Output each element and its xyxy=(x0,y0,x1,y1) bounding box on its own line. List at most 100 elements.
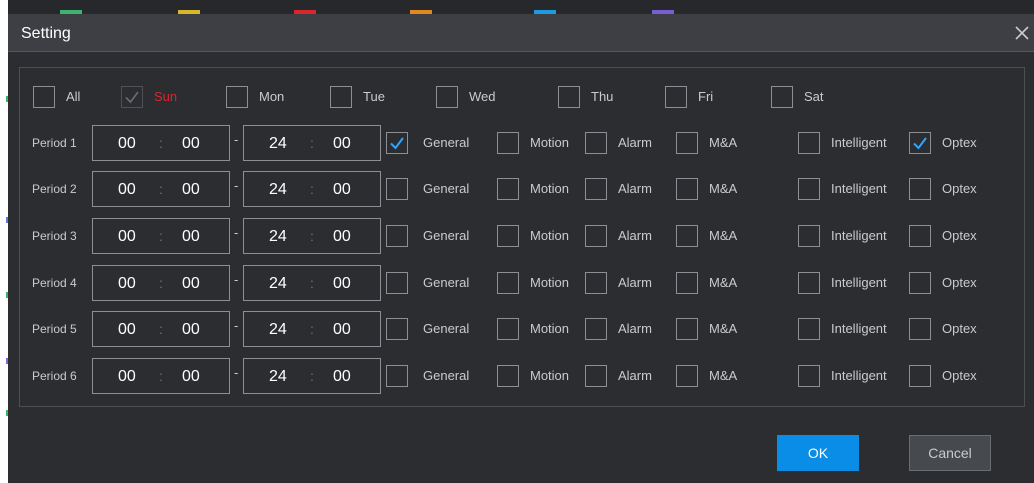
end-minute-field[interactable]: 00 xyxy=(333,228,351,246)
start-minute-field[interactable]: 00 xyxy=(182,275,200,293)
day-checkbox-thu[interactable] xyxy=(558,86,580,108)
period-3-label: Period 3 xyxy=(32,229,77,243)
period-2-maa-checkbox[interactable] xyxy=(676,178,698,200)
day-checkbox-wed[interactable] xyxy=(436,86,458,108)
period-1-alarm-label: Alarm xyxy=(618,135,652,150)
period-4-alarm-checkbox[interactable] xyxy=(585,272,607,294)
end-minute-field[interactable]: 00 xyxy=(333,135,351,153)
end-minute-field[interactable]: 00 xyxy=(333,321,351,339)
start-minute-field[interactable]: 00 xyxy=(182,321,200,339)
period-1-alarm-checkbox[interactable] xyxy=(585,132,607,154)
end-hour-field[interactable]: 24 xyxy=(269,181,287,199)
period-2-motion-checkbox[interactable] xyxy=(497,178,519,200)
end-hour-field[interactable]: 24 xyxy=(269,135,287,153)
period-2-alarm-checkbox[interactable] xyxy=(585,178,607,200)
period-3-intelligent-checkbox[interactable] xyxy=(798,225,820,247)
end-minute-field[interactable]: 00 xyxy=(333,368,351,386)
cancel-button[interactable]: Cancel xyxy=(909,435,991,471)
period-3-start-time-input[interactable]: 00: 00 xyxy=(92,218,230,254)
period-1-motion-checkbox[interactable] xyxy=(497,132,519,154)
period-2-start-time-input[interactable]: 00: 00 xyxy=(92,171,230,207)
day-checkbox-mon[interactable] xyxy=(226,86,248,108)
period-5-motion-checkbox[interactable] xyxy=(497,318,519,340)
period-5-maa-checkbox[interactable] xyxy=(676,318,698,340)
period-1-general-checkbox[interactable] xyxy=(386,132,408,154)
period-5-end-time-input[interactable]: 24: 00 xyxy=(243,311,381,347)
period-3-general-checkbox[interactable] xyxy=(386,225,408,247)
period-5-alarm-checkbox[interactable] xyxy=(585,318,607,340)
period-3-maa-checkbox[interactable] xyxy=(676,225,698,247)
period-5-motion-label: Motion xyxy=(530,321,570,336)
time-separator: : xyxy=(310,275,314,291)
day-checkbox-all[interactable] xyxy=(33,86,55,108)
period-3-optex-checkbox[interactable] xyxy=(909,225,931,247)
period-2-intelligent-checkbox[interactable] xyxy=(798,178,820,200)
period-4-end-time-input[interactable]: 24: 00 xyxy=(243,265,381,301)
period-1-optex-checkbox[interactable] xyxy=(909,132,931,154)
period-6-intelligent-checkbox[interactable] xyxy=(798,365,820,387)
period-6-start-time-input[interactable]: 00: 00 xyxy=(92,358,230,394)
close-icon[interactable] xyxy=(1014,25,1030,41)
start-minute-field[interactable]: 00 xyxy=(182,181,200,199)
end-hour-field[interactable]: 24 xyxy=(269,275,287,293)
period-2-general-checkbox[interactable] xyxy=(386,178,408,200)
dialog-title: Setting xyxy=(21,25,71,42)
period-1-intelligent-checkbox[interactable] xyxy=(798,132,820,154)
period-6-general-label: General xyxy=(423,368,470,383)
day-checkbox-tue[interactable] xyxy=(330,86,352,108)
period-3-motion-checkbox[interactable] xyxy=(497,225,519,247)
period-4-motion-checkbox[interactable] xyxy=(497,272,519,294)
period-6-motion-label: Motion xyxy=(530,368,570,383)
period-4-start-time-input[interactable]: 00: 00 xyxy=(92,265,230,301)
period-6-optex-checkbox[interactable] xyxy=(909,365,931,387)
period-2-end-time-input[interactable]: 24: 00 xyxy=(243,171,381,207)
period-4-intelligent-checkbox[interactable] xyxy=(798,272,820,294)
period-6-alarm-checkbox[interactable] xyxy=(585,365,607,387)
start-hour-field[interactable]: 00 xyxy=(118,275,136,293)
period-4-optex-checkbox[interactable] xyxy=(909,272,931,294)
period-5-general-label: General xyxy=(423,321,470,336)
period-2-motion-label: Motion xyxy=(530,181,570,196)
start-hour-field[interactable]: 00 xyxy=(118,181,136,199)
start-minute-field[interactable]: 00 xyxy=(182,368,200,386)
period-6-general-checkbox[interactable] xyxy=(386,365,408,387)
period-4-maa-checkbox[interactable] xyxy=(676,272,698,294)
period-3-end-time-input[interactable]: 24: 00 xyxy=(243,218,381,254)
day-checkbox-fri[interactable] xyxy=(665,86,687,108)
period-5-intelligent-checkbox[interactable] xyxy=(798,318,820,340)
period-1-start-time-input[interactable]: 00: 00 xyxy=(92,125,230,161)
background-left-strip xyxy=(0,0,9,483)
period-1-maa-label: M&A xyxy=(709,135,738,150)
period-5-general-checkbox[interactable] xyxy=(386,318,408,340)
start-minute-field[interactable]: 00 xyxy=(182,228,200,246)
day-label-mon: Mon xyxy=(259,89,285,104)
end-hour-field[interactable]: 24 xyxy=(269,321,287,339)
period-3-maa-label: M&A xyxy=(709,228,738,243)
end-hour-field[interactable]: 24 xyxy=(269,228,287,246)
end-minute-field[interactable]: 00 xyxy=(333,181,351,199)
period-5-start-time-input[interactable]: 00: 00 xyxy=(92,311,230,347)
end-hour-field[interactable]: 24 xyxy=(269,368,287,386)
period-6-maa-checkbox[interactable] xyxy=(676,365,698,387)
start-hour-field[interactable]: 00 xyxy=(118,135,136,153)
day-label-fri: Fri xyxy=(698,89,714,104)
period-2-optex-checkbox[interactable] xyxy=(909,178,931,200)
start-hour-field[interactable]: 00 xyxy=(118,368,136,386)
day-checkbox-sat[interactable] xyxy=(771,86,793,108)
period-2-general-label: General xyxy=(423,181,470,196)
period-5-maa-label: M&A xyxy=(709,321,738,336)
period-3-alarm-checkbox[interactable] xyxy=(585,225,607,247)
period-1-end-time-input[interactable]: 24: 00 xyxy=(243,125,381,161)
period-1-maa-checkbox[interactable] xyxy=(676,132,698,154)
period-5-optex-checkbox[interactable] xyxy=(909,318,931,340)
start-hour-field[interactable]: 00 xyxy=(118,321,136,339)
day-label-all: All xyxy=(66,89,81,104)
end-minute-field[interactable]: 00 xyxy=(333,275,351,293)
period-6-motion-checkbox[interactable] xyxy=(497,365,519,387)
ok-button[interactable]: OK xyxy=(777,435,859,471)
start-minute-field[interactable]: 00 xyxy=(182,135,200,153)
period-4-optex-label: Optex xyxy=(942,275,977,290)
period-6-end-time-input[interactable]: 24: 00 xyxy=(243,358,381,394)
period-4-general-checkbox[interactable] xyxy=(386,272,408,294)
start-hour-field[interactable]: 00 xyxy=(118,228,136,246)
